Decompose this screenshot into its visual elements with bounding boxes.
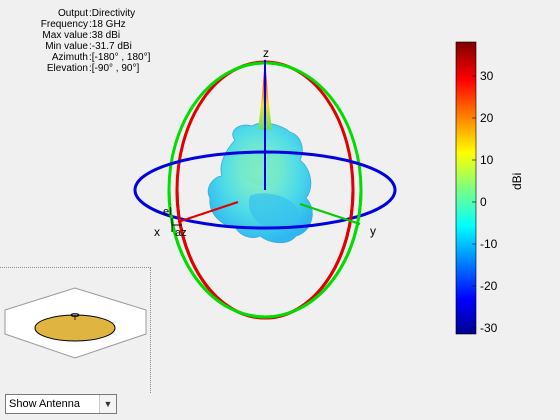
colorbar-tick: 20: [480, 111, 494, 125]
colorbar-tick: -20: [480, 279, 498, 293]
radiation-pattern-surface: [207, 58, 313, 244]
show-antenna-dropdown[interactable]: Show Antenna ▼: [5, 394, 117, 414]
colorbar-tick: 30: [480, 69, 494, 83]
x-axis-label: x: [154, 225, 160, 239]
colorbar: [455, 41, 477, 335]
colorbar-unit-label: dBi: [510, 172, 524, 190]
el-az-indicator: el az: [163, 206, 187, 239]
chevron-down-icon[interactable]: ▼: [99, 395, 116, 413]
z-axis-label: z: [263, 46, 269, 60]
el-label: el: [163, 206, 172, 218]
az-label: az: [175, 227, 187, 239]
dropdown-selected-value: Show Antenna: [9, 398, 80, 410]
antenna-geometry: [4, 287, 147, 359]
colorbar-tick: -10: [480, 237, 498, 251]
colorbar-tick: 10: [480, 153, 494, 167]
colorbar-tick: 0: [480, 195, 487, 209]
antenna-inset-view[interactable]: [0, 267, 151, 393]
colorbar-tick: -30: [480, 321, 498, 335]
y-axis-label: y: [370, 224, 376, 238]
